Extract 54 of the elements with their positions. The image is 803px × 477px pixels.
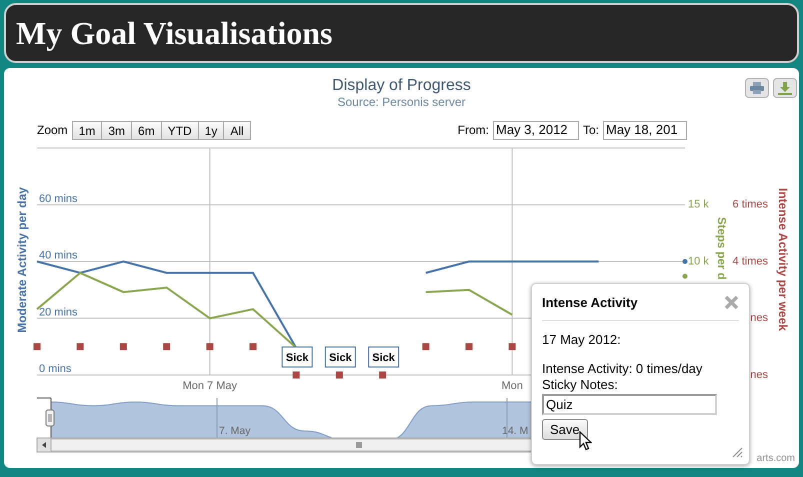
zoom-range-button[interactable]: 6m (131, 120, 162, 140)
navigator-handle[interactable] (46, 410, 54, 426)
printer-icon (750, 82, 764, 94)
download-button[interactable] (773, 78, 797, 98)
navigator-label: 14. M (502, 425, 528, 437)
zoom-label: Zoom (37, 122, 68, 139)
save-button[interactable]: Save (542, 418, 588, 440)
y-axis-label: nes (750, 368, 768, 381)
tooltip-detail: Intense Activity: 0 times/day (542, 360, 704, 376)
y-axis-label: 20 mins (39, 306, 78, 318)
close-icon (724, 295, 738, 310)
tooltip-date: 17 May 2012: (542, 332, 622, 348)
to-label: To: (582, 122, 599, 139)
y-axis-title: Intense Activity per week (776, 188, 790, 331)
print-button[interactable] (745, 78, 769, 98)
y-axis-title: Steps per d (715, 217, 727, 280)
chart-credit: arts.com (756, 453, 795, 464)
annotation: Sick (372, 352, 396, 364)
annotation: Sick (329, 352, 353, 364)
y-axis-label: 15 k (688, 198, 709, 211)
annotation-flag: Sick (282, 346, 313, 368)
navigator-label: 7. May (219, 425, 251, 437)
x-axis-label: Mon (502, 380, 523, 392)
y-axis-label: 6 times (732, 198, 768, 211)
to-date-field[interactable]: May 18, 201 (603, 120, 687, 140)
chart-title: Display of Progress (332, 77, 471, 95)
y-axis-title: Moderate Activity per day (15, 187, 29, 333)
zoom-range-button[interactable]: 1m (72, 120, 102, 140)
mouse-cursor-icon (579, 431, 592, 451)
zoom-range-button[interactable]: YTD (160, 120, 199, 140)
from-label: From: (458, 122, 489, 139)
scroll-left-button[interactable] (36, 438, 52, 452)
download-icon (778, 82, 792, 94)
y-axis-label: 60 mins (39, 192, 78, 205)
zoom-range-button[interactable]: 3m (101, 120, 132, 140)
annotation-flag: Sick (368, 346, 400, 368)
close-button[interactable] (723, 294, 739, 311)
page-title: My Goal Visualisations (16, 17, 332, 49)
tooltip-title: Intense Activity (542, 294, 638, 312)
y-axis-label: 4 times (732, 255, 768, 268)
notes-label: Sticky Notes: (542, 376, 619, 392)
resize-grip-icon (732, 447, 743, 458)
x-axis-label: Mon 7 May (182, 380, 237, 392)
zoom-range-button[interactable]: All (223, 120, 251, 140)
zoom-range-button[interactable]: 1y (198, 120, 224, 140)
y-axis-label: nes (750, 312, 768, 324)
annotation: Sick (286, 352, 310, 364)
from-date-field[interactable]: May 3, 2012 (492, 120, 579, 140)
y-axis-label: 0 mins (39, 363, 72, 375)
y-axis-label: 40 mins (39, 250, 78, 262)
y-axis-label: 10 k (688, 255, 709, 268)
chart-subtitle: Source: Personis server (337, 95, 466, 109)
notes-field[interactable]: Quiz (542, 394, 717, 414)
annotation-flag: Sick (324, 346, 356, 368)
